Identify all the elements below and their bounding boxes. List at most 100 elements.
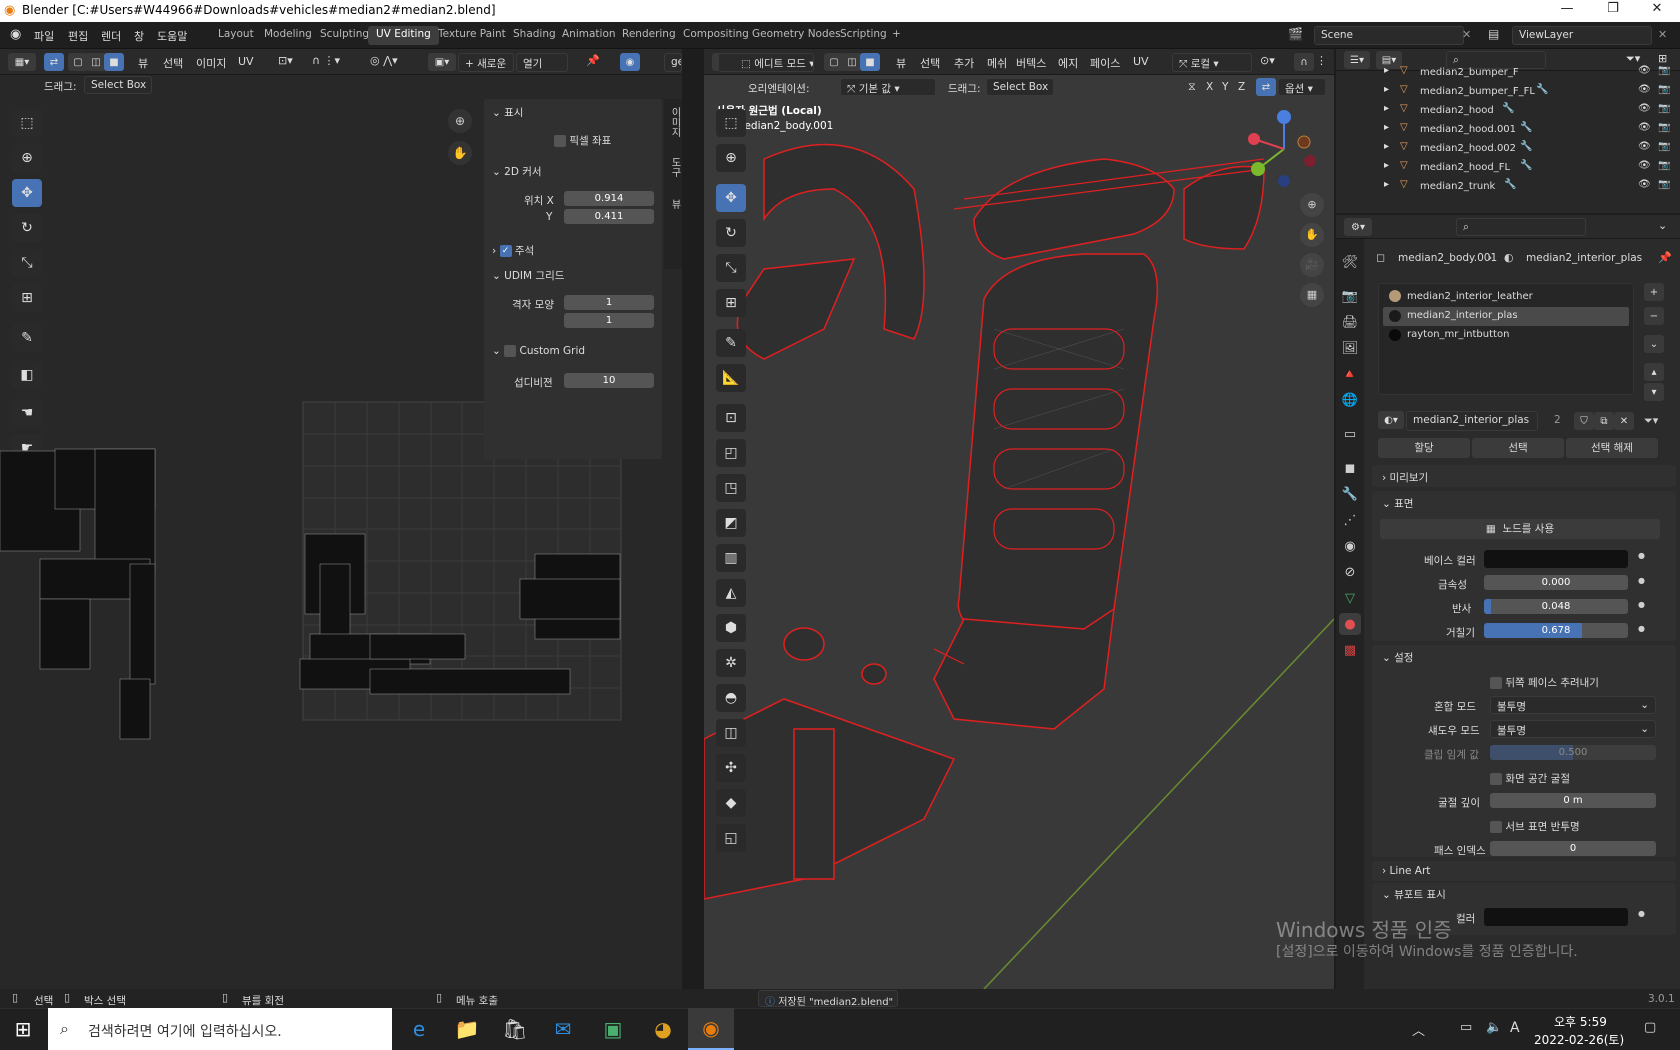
world-tab-icon[interactable]: 🌐 xyxy=(1339,389,1361,411)
texture-tab-icon[interactable]: ▩ xyxy=(1339,639,1361,661)
particles-tab-icon[interactable]: ⋰ xyxy=(1339,509,1361,531)
outliner-item[interactable]: ▸ ▽ median2_trunk 🔧 👁 📷 xyxy=(1336,179,1680,198)
collection-tab-icon[interactable]: ▭ xyxy=(1339,423,1361,445)
tab-image[interactable]: 이미지 xyxy=(667,107,682,137)
keyframe-dot-icon[interactable]: ● xyxy=(1638,576,1645,585)
custom-grid-title[interactable]: ⌄ Custom Grid xyxy=(492,345,585,357)
pivot-icon[interactable]: ⊡▾ xyxy=(278,54,293,67)
object-tab-icon[interactable]: ◼ xyxy=(1339,457,1361,479)
surface-panel-header[interactable]: ⌄ 표면 xyxy=(1382,496,1413,511)
pan-hand-icon[interactable]: ✋ xyxy=(448,141,472,165)
slot-specials-button[interactable]: ⌄ xyxy=(1644,335,1664,353)
close-button[interactable]: ✕ xyxy=(1634,1,1680,21)
transform-orientation-select[interactable]: ⤧ 로컬 ▾ xyxy=(1172,53,1252,72)
grid-shape-y-field[interactable]: 1 xyxy=(564,313,654,328)
deselect-button[interactable]: 선택 해제 xyxy=(1566,438,1658,458)
clip-threshold-field[interactable]: 0.500 xyxy=(1490,745,1656,760)
material-slot[interactable]: rayton_mr_intbutton xyxy=(1383,326,1629,345)
cursor-panel-title[interactable]: ⌄ 2D 커서 xyxy=(492,164,542,179)
cursor-tool-icon[interactable]: ⊕ xyxy=(12,144,42,172)
visibility-eye-icon[interactable]: 👁 xyxy=(1638,141,1651,152)
rip-region-tool-icon[interactable]: ◱ xyxy=(716,824,746,852)
scene-tab-icon[interactable]: 🔺 xyxy=(1339,363,1361,385)
material-name-field[interactable]: median2_interior_plas xyxy=(1406,411,1538,431)
vp-snap-target-icon[interactable]: ⋮ xyxy=(1316,54,1327,67)
menu-file[interactable]: 파일 xyxy=(34,28,54,44)
edge-browser-icon[interactable]: e xyxy=(396,1008,442,1050)
visibility-eye-icon[interactable]: 👁 xyxy=(1638,122,1651,133)
keyframe-dot-icon[interactable]: ● xyxy=(1638,551,1645,560)
cursor-y-field[interactable]: 0.411 xyxy=(564,209,654,224)
geom-field[interactable]: geom-a xyxy=(664,53,682,72)
vp-annotate-tool-icon[interactable]: ✎ xyxy=(716,329,746,357)
material-tab-icon[interactable]: ● xyxy=(1339,613,1361,635)
render-camera-icon[interactable]: 📷 xyxy=(1658,84,1670,95)
vp-select-tool-icon[interactable]: ⬚ xyxy=(716,109,746,137)
options-dropdown[interactable]: 옵션 ▾ xyxy=(1278,78,1326,96)
properties-editor-type-icon[interactable]: ⚙▾ xyxy=(1344,218,1372,236)
uv-menu-image[interactable]: 이미지 xyxy=(196,55,226,71)
filter-icon[interactable]: ⏷▾ xyxy=(1626,52,1640,66)
metallic-field[interactable]: 0.000 xyxy=(1484,575,1628,590)
taskbar-time[interactable]: 오후 5:59 xyxy=(1554,1013,1607,1030)
pass-index-field[interactable]: 0 xyxy=(1490,841,1656,856)
vp-menu-vertex[interactable]: 버텍스 xyxy=(1016,55,1046,71)
properties-search[interactable]: ⌕ xyxy=(1456,218,1586,236)
output-tab-icon[interactable]: 🖨 xyxy=(1339,311,1361,333)
taskbar-date[interactable]: 2022-02-26(토) xyxy=(1534,1031,1624,1048)
roughness-field[interactable]: 0.678 xyxy=(1484,623,1628,638)
vp-menu-uv[interactable]: UV xyxy=(1133,55,1149,68)
mirror-y-toggle[interactable]: Y xyxy=(1222,81,1228,93)
uv-drag-select[interactable]: Select Box xyxy=(84,76,152,94)
properties-options-icon[interactable]: ⌄ xyxy=(1658,219,1667,232)
pixel-coords-checkbox[interactable]: 픽셀 좌표 xyxy=(554,133,611,148)
render-tab-icon[interactable]: 📷 xyxy=(1339,285,1361,307)
fake-user-icon[interactable]: ⛉ xyxy=(1574,412,1594,430)
annotate-tool-icon[interactable]: ✎ xyxy=(12,324,42,352)
vp-face-select-icon[interactable]: ■ xyxy=(860,53,880,71)
vp-cursor-tool-icon[interactable]: ⊕ xyxy=(716,144,746,172)
data-tab-icon[interactable]: ▽ xyxy=(1339,587,1361,609)
tab-view[interactable]: 뷰 xyxy=(667,199,682,209)
render-camera-icon[interactable]: 📷 xyxy=(1658,103,1670,114)
uv-menu-select[interactable]: 선택 xyxy=(163,55,183,71)
render-camera-icon[interactable]: 📷 xyxy=(1658,160,1670,171)
file-explorer-icon[interactable]: 📁 xyxy=(444,1008,490,1050)
unlink-material-icon[interactable]: ✕ xyxy=(1614,412,1634,430)
vp-menu-select[interactable]: 선택 xyxy=(920,55,940,71)
vp-drag-select[interactable]: Select Box xyxy=(986,78,1054,96)
refraction-depth-field[interactable]: 0 m xyxy=(1490,793,1656,808)
use-nodes-button[interactable]: ▦ 노드를 사용 xyxy=(1380,519,1660,539)
scene-icon[interactable]: 🎬 xyxy=(1288,27,1303,41)
maximize-button[interactable]: ❐ xyxy=(1590,1,1636,21)
poly-build-tool-icon[interactable]: ⬢ xyxy=(716,614,746,642)
visibility-eye-icon[interactable]: 👁 xyxy=(1638,179,1651,190)
blend-mode-select[interactable]: 불투명 ⌄ xyxy=(1490,696,1656,714)
base-color-swatch[interactable] xyxy=(1484,550,1628,568)
add-workspace-button[interactable]: + xyxy=(884,26,909,45)
viewlayer-icon[interactable]: ▤ xyxy=(1488,27,1499,41)
display-panel-title[interactable]: ⌄ 표시 xyxy=(492,105,523,120)
tray-volume-icon[interactable]: 🔈 xyxy=(1486,1020,1502,1035)
new-image-button[interactable]: + 새로운 xyxy=(458,53,514,72)
vp-pivot-icon[interactable]: ⊙▾ xyxy=(1260,54,1275,67)
render-camera-icon[interactable]: 📷 xyxy=(1658,179,1670,190)
subdiv-field[interactable]: 10 xyxy=(564,373,654,388)
move-tool-icon[interactable]: ✥ xyxy=(12,179,42,207)
measure-tool-icon[interactable]: 📐 xyxy=(716,364,746,392)
tray-chevron-icon[interactable]: ︿ xyxy=(1412,1020,1425,1039)
shadow-mode-select[interactable]: 불투명 ⌄ xyxy=(1490,720,1656,738)
pin-properties-icon[interactable]: 📌 xyxy=(1658,251,1672,264)
vp-pan-icon[interactable]: ✋ xyxy=(1300,223,1324,247)
specular-field[interactable]: 0.048 xyxy=(1484,599,1628,614)
grid-shape-x-field[interactable]: 1 xyxy=(564,295,654,310)
viewport-scene[interactable] xyxy=(704,99,1334,989)
screen-refraction-checkbox[interactable]: 화면 공간 굴절 xyxy=(1490,771,1570,786)
sync-selection-icon[interactable]: ⇄ xyxy=(44,53,64,71)
zoom-icon[interactable]: ⊕ xyxy=(448,109,472,133)
visibility-eye-icon[interactable]: 👁 xyxy=(1638,160,1651,171)
keyframe-dot-icon[interactable]: ● xyxy=(1638,624,1645,633)
blender-taskbar-icon[interactable]: ◉ xyxy=(688,1008,734,1050)
add-slot-button[interactable]: + xyxy=(1644,283,1664,301)
transform-tool-icon[interactable]: ⊞ xyxy=(12,284,42,312)
